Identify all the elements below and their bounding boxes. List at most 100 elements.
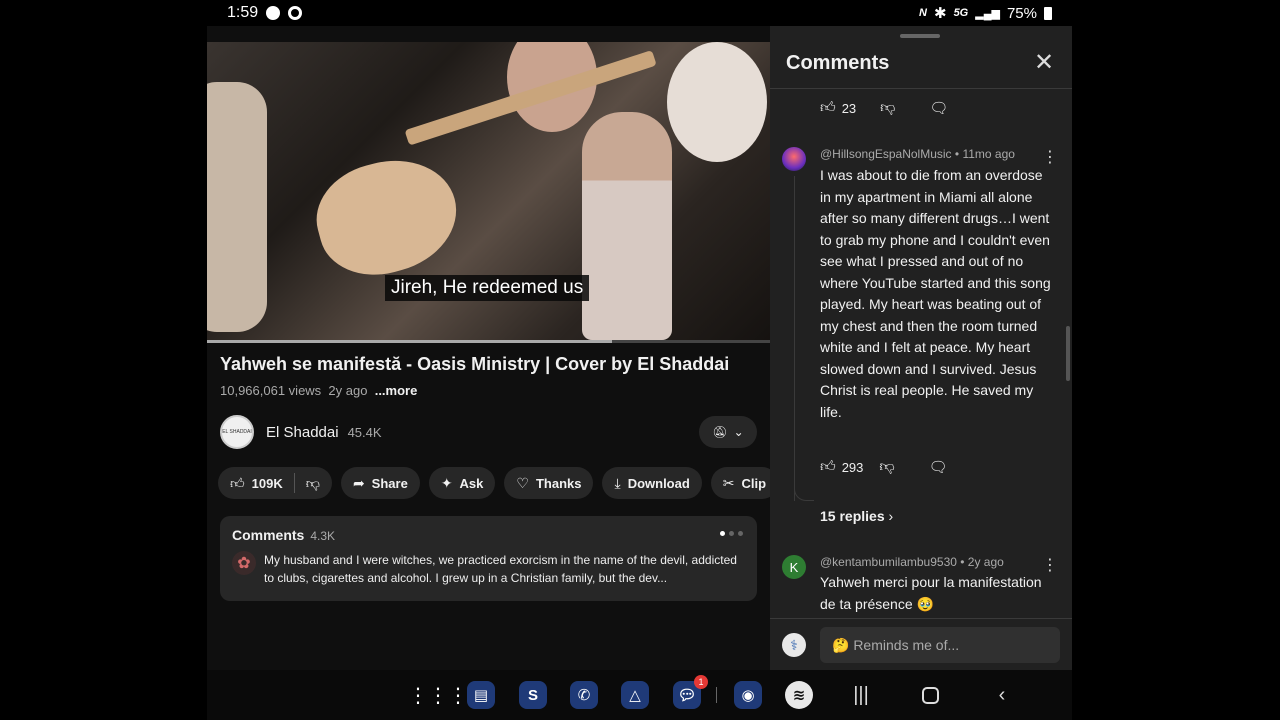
- comment-header: @HillsongEspaNolMusic • 11mo ago: [820, 147, 1015, 161]
- thumbs-down-icon[interactable]: 👎︎: [306, 475, 320, 492]
- home-nav-icon[interactable]: [922, 687, 939, 704]
- comments-panel: Comments ✕ 👍︎ 23 👎︎ 🗨︎ @HillsongEspaNolM…: [770, 26, 1072, 670]
- clip-button[interactable]: ✂ Clip: [710, 467, 779, 499]
- download-button[interactable]: ⤓ Download: [602, 467, 702, 499]
- thumbs-up-icon[interactable]: 👍︎: [820, 99, 836, 117]
- phone-app-icon[interactable]: ✆: [570, 681, 598, 709]
- thread-line: [794, 176, 795, 501]
- share-button[interactable]: ➦ Share: [340, 467, 420, 499]
- drive-app-icon[interactable]: △: [621, 681, 649, 709]
- thanks-button[interactable]: ♡ Thanks: [504, 467, 594, 499]
- reply-icon[interactable]: 🗨︎: [929, 99, 948, 117]
- thread-curve: [794, 481, 814, 501]
- view-replies-button[interactable]: 15 replies ›: [820, 508, 893, 524]
- commenter-avatar[interactable]: K: [782, 555, 806, 579]
- comments-panel-title: Comments: [786, 52, 890, 74]
- video-watch-panel: Jireh, He redeemed us Yahweh se manifest…: [207, 26, 779, 670]
- video-caption: Jireh, He redeemed us: [385, 275, 590, 301]
- share-icon: ➦: [352, 474, 365, 491]
- add-comment-bar: ⚕: [770, 618, 1072, 670]
- subscriber-count: 45.4K: [347, 424, 382, 440]
- taskbar-divider: [716, 687, 717, 703]
- battery-icon: [1044, 6, 1052, 20]
- comments-preview-header: Comments 4.3K: [232, 527, 745, 543]
- ask-button[interactable]: ✦ Ask: [428, 467, 496, 499]
- bluetooth-icon: ✱: [933, 5, 947, 22]
- drag-handle[interactable]: [900, 34, 940, 38]
- camera-app-icon[interactable]: ◉: [734, 681, 762, 709]
- thanks-label: Thanks: [535, 475, 582, 491]
- ask-label: Ask: [459, 475, 484, 491]
- video-progress-bar[interactable]: [207, 340, 770, 343]
- scrollbar[interactable]: [1066, 326, 1070, 381]
- comment-age: 2y ago: [967, 555, 1004, 569]
- download-label: Download: [627, 475, 690, 491]
- sparkle-icon: ✦: [440, 474, 453, 491]
- video-figure: [667, 42, 767, 162]
- video-title: Yahweh se manifestă - Oasis Ministry | C…: [220, 354, 730, 374]
- comments-count: 4.3K: [310, 529, 336, 543]
- comment-author[interactable]: @HillsongEspaNolMusic: [820, 147, 952, 161]
- chat-notification-icon: [266, 6, 281, 20]
- like-dislike-button[interactable]: 👍︎ 109K 👎︎: [218, 467, 332, 499]
- video-figure-child: [582, 112, 672, 340]
- bell-off-icon: 🔕︎: [712, 425, 728, 439]
- channel-name[interactable]: El Shaddai: [266, 424, 339, 441]
- comment-author[interactable]: @kentambumilambu9530: [820, 555, 957, 569]
- thanks-icon: ♡: [516, 474, 529, 491]
- comment-header: @kentambumilambu9530 • 2y ago: [820, 555, 1004, 569]
- comments-preview-card[interactable]: Comments 4.3K ✿ My husband and I were wi…: [220, 516, 757, 601]
- replies-count: 15 replies: [820, 508, 885, 524]
- user-avatar: ⚕: [782, 633, 806, 657]
- spotify-app-icon[interactable]: ≋: [785, 681, 813, 709]
- comment-input[interactable]: [820, 627, 1060, 663]
- thumbs-down-icon[interactable]: 👎︎: [880, 99, 895, 117]
- video-figure: [207, 82, 267, 332]
- messages-badge: 1: [694, 675, 708, 689]
- view-count: 10,966,061 views: [220, 383, 322, 398]
- comment-age: 11mo ago: [962, 147, 1015, 161]
- download-icon: ⤓: [614, 474, 621, 491]
- thumbs-up-icon[interactable]: 👍︎: [820, 458, 836, 476]
- recents-nav-icon[interactable]: |||: [847, 681, 875, 709]
- share-label: Share: [371, 475, 408, 491]
- channel-avatar[interactable]: EL SHADDAI: [220, 415, 254, 449]
- commenter-avatar: ✿: [232, 551, 256, 575]
- more-vert-icon[interactable]: ⋮: [1042, 150, 1058, 166]
- status-right: N ✱ 5G ▂▄▆ 75%: [919, 4, 1052, 22]
- back-nav-icon[interactable]: ‹: [988, 681, 1016, 709]
- shazam-app-icon[interactable]: S: [519, 681, 547, 709]
- more-link[interactable]: ...more: [375, 383, 418, 398]
- app-drawer-icon[interactable]: ⋮⋮⋮: [408, 681, 468, 709]
- like-count: 293: [841, 459, 864, 475]
- clock: 1:59: [227, 4, 259, 21]
- notification-bell-button[interactable]: 🔕︎ ⌄: [699, 416, 757, 448]
- comment-actions-row: 👍︎ 293 👎︎ 🗨︎: [820, 458, 948, 476]
- close-icon[interactable]: ✕: [1034, 51, 1054, 75]
- docs-app-icon[interactable]: ▤: [467, 681, 495, 709]
- action-bar: 👍︎ 109K 👎︎ ➦ Share ✦ Ask ♡ Thanks ⤓ Down…: [218, 467, 779, 499]
- nfc-icon: N: [919, 7, 927, 19]
- network-type: 5G: [953, 7, 969, 19]
- comments-preview-body: ✿ My husband and I were witches, we prac…: [232, 551, 745, 587]
- signal-icon: ▂▄▆: [975, 7, 1000, 20]
- thumbs-down-icon[interactable]: 👎︎: [879, 458, 894, 476]
- comment-text: Yahweh merci pour la manifestation de ta…: [820, 574, 1042, 612]
- video-player[interactable]: Jireh, He redeemed us: [207, 42, 770, 340]
- taskbar: ⋮⋮⋮ ▤ S ✆ △ 💬︎ 1 ◉ ≋ ||| ‹: [207, 670, 1072, 720]
- comment-text: I was about to die from an overdose in m…: [820, 167, 1051, 420]
- battery-percent: 75%: [1006, 4, 1037, 22]
- reply-icon[interactable]: 🗨︎: [929, 458, 948, 476]
- guitar-body: [305, 145, 469, 289]
- upload-age: 2y ago: [328, 383, 368, 398]
- carousel-dots: [720, 531, 743, 536]
- comment-preview-text: My husband and I were witches, we practi…: [264, 553, 737, 585]
- commenter-avatar[interactable]: [782, 147, 806, 171]
- chevron-right-icon: ›: [888, 508, 894, 524]
- thumbs-up-icon[interactable]: 👍︎: [230, 475, 245, 492]
- video-meta: 10,966,061 views 2y ago ...more: [220, 383, 417, 398]
- comments-preview-title: Comments: [232, 527, 305, 543]
- status-left: 1:59: [227, 4, 303, 22]
- channel-row: EL SHADDAI El Shaddai 45.4K 🔕︎ ⌄: [220, 415, 757, 449]
- scissors-icon: ✂: [722, 474, 735, 491]
